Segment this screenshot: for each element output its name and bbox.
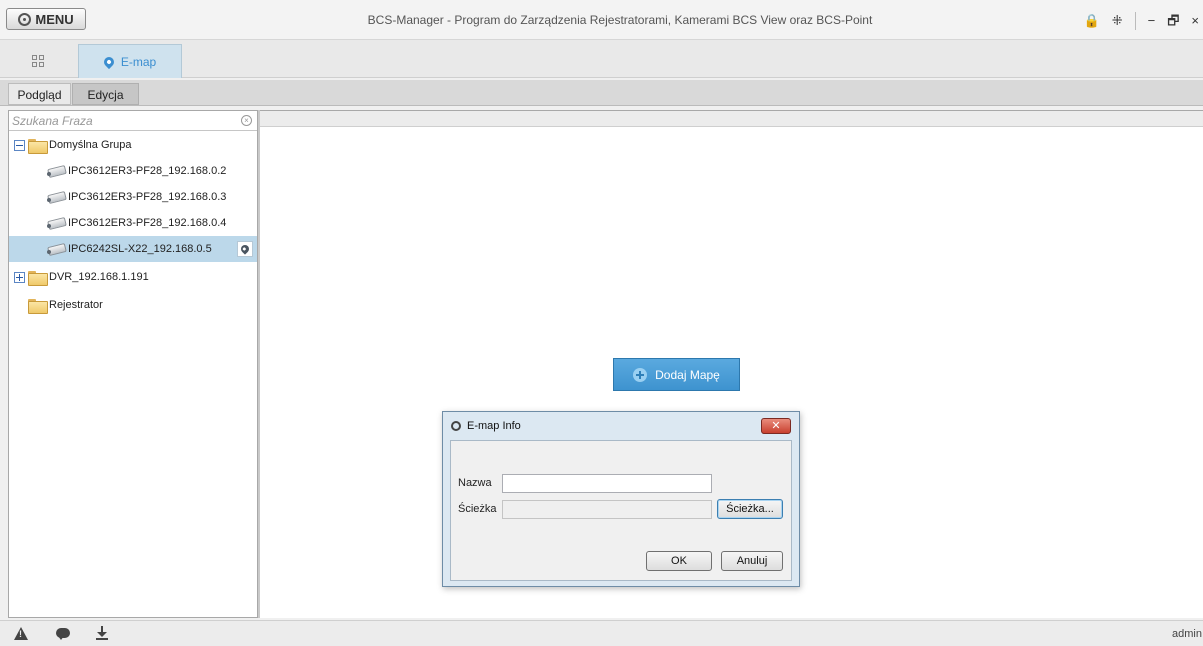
map-toolbar-strip (260, 111, 1203, 127)
tab-edycja[interactable]: Edycja (72, 83, 139, 105)
grid-icon (32, 54, 44, 67)
layout-icon[interactable]: ⁜ (1112, 12, 1123, 30)
tree-device-label: IPC6242SL-X22_192.168.0.5 (68, 243, 212, 255)
message-icon[interactable] (56, 628, 70, 640)
tree-device-row[interactable]: IPC3612ER3-PF28_192.168.0.2 (9, 158, 257, 184)
bcs-logo-icon (451, 421, 461, 431)
folder-icon (28, 298, 48, 314)
tree-device-row-selected[interactable]: IPC6242SL-X22_192.168.0.5 (9, 236, 257, 262)
dialog-title: E-map Info (467, 420, 521, 432)
alarm-warning-icon[interactable] (14, 627, 28, 640)
folder-icon (28, 138, 48, 154)
camera-icon (46, 191, 66, 203)
search-box: × (9, 111, 257, 131)
restore-button[interactable]: 🗗 (1167, 12, 1179, 30)
status-bar: admin (0, 620, 1203, 646)
divider (1134, 12, 1136, 30)
tree-group-row[interactable]: Domyślna Grupa (9, 132, 257, 158)
camera-icon (46, 217, 66, 229)
lock-icon[interactable]: 🔒 (1084, 12, 1100, 30)
tree-group-row[interactable]: DVR_192.168.1.191 (9, 264, 257, 290)
close-button[interactable]: × (1191, 12, 1199, 30)
bcs-logo-icon (18, 12, 32, 26)
tab-emap-label: E-map (120, 54, 157, 69)
tree-device-row[interactable]: IPC3612ER3-PF28_192.168.0.3 (9, 184, 257, 210)
device-tree-panel: × Domyślna Grupa IPC3612ER3-PF28_192.168… (8, 110, 258, 618)
tree-device-label: IPC3612ER3-PF28_192.168.0.4 (68, 217, 227, 229)
folder-icon (28, 270, 48, 286)
minimize-button[interactable]: − (1148, 12, 1156, 30)
dialog-body: Nazwa Ścieżka Ścieżka... OK Anuluj (450, 440, 792, 581)
locate-on-map-button[interactable] (237, 241, 253, 257)
search-input[interactable] (9, 111, 257, 130)
cancel-button[interactable]: Anuluj (721, 551, 783, 571)
camera-icon (46, 243, 66, 255)
tree-device-label: IPC3612ER3-PF28_192.168.0.3 (68, 191, 227, 203)
tree-group-label: Rejestrator (49, 299, 103, 311)
add-map-button[interactable]: Dodaj Mapę (613, 358, 740, 391)
current-user: admin (1172, 628, 1202, 640)
window-controls: 🔒 ⁜ − 🗗 × (1084, 12, 1203, 30)
camera-icon (46, 165, 66, 177)
path-label: Ścieżka (458, 503, 497, 515)
tab-podglad[interactable]: Podgląd (8, 83, 71, 105)
tab-home[interactable] (6, 44, 70, 77)
tree-group-label: Domyślna Grupa (49, 139, 132, 151)
dialog-title-bar[interactable]: E-map Info ✕ (443, 412, 799, 440)
map-pin-icon (101, 54, 116, 69)
ok-button[interactable]: OK (646, 551, 712, 571)
expand-icon[interactable] (14, 271, 25, 283)
emap-info-dialog: E-map Info ✕ Nazwa Ścieżka Ścieżka... OK… (442, 411, 800, 587)
path-field (502, 500, 712, 519)
module-tabs: E-map (0, 40, 1203, 78)
menu-button-label: MENU (35, 11, 74, 27)
mode-tabs: Podgląd Edycja (0, 80, 1203, 106)
map-pin-icon (239, 243, 251, 255)
download-icon[interactable] (96, 626, 108, 641)
title-bar: MENU BCS-Manager - Program do Zarządzeni… (0, 0, 1203, 40)
browse-path-button[interactable]: Ścieżka... (717, 499, 783, 519)
tree-device-row[interactable]: IPC3612ER3-PF28_192.168.0.4 (9, 210, 257, 236)
add-map-label: Dodaj Mapę (655, 367, 720, 382)
collapse-icon[interactable] (14, 139, 25, 151)
tab-emap[interactable]: E-map (78, 44, 182, 78)
plus-circle-icon (633, 367, 648, 382)
dialog-close-button[interactable]: ✕ (761, 418, 791, 434)
tree-group-row[interactable]: Rejestrator (9, 292, 257, 318)
menu-button[interactable]: MENU (6, 8, 86, 30)
clear-search-icon[interactable]: × (241, 115, 252, 126)
tree-device-label: IPC3612ER3-PF28_192.168.0.2 (68, 165, 227, 177)
tree-group-label: DVR_192.168.1.191 (49, 271, 149, 283)
name-field[interactable] (502, 474, 712, 493)
window-title: BCS-Manager - Program do Zarządzenia Rej… (367, 13, 873, 27)
name-label: Nazwa (458, 477, 492, 489)
